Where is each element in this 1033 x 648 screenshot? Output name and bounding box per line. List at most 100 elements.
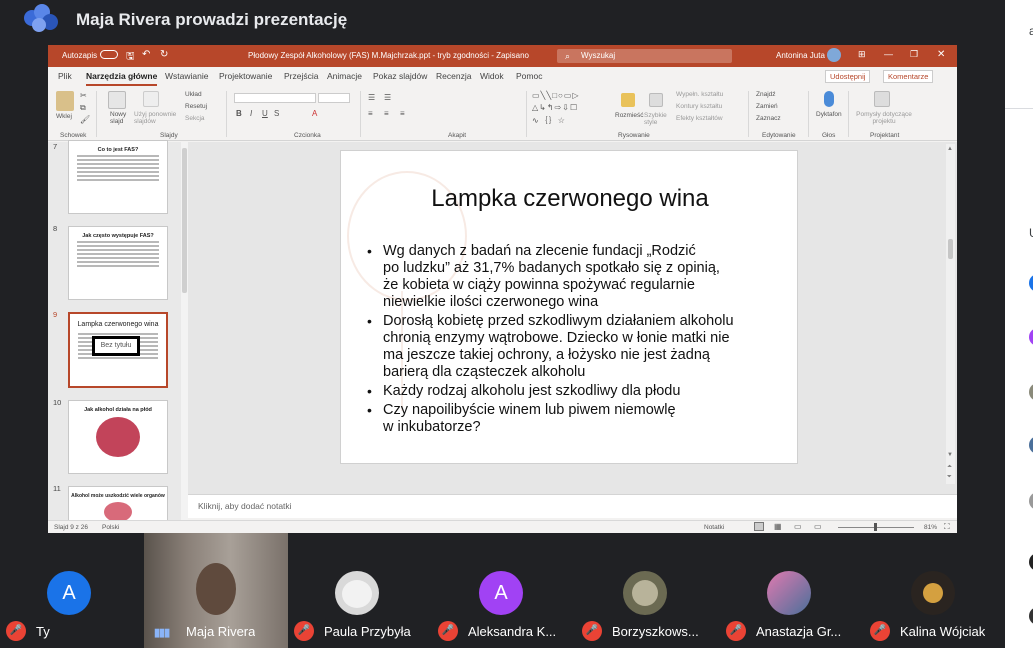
thumbnail-slide-10[interactable]: Jak alkohol działa na płód (68, 400, 168, 474)
user-avatar[interactable] (827, 48, 841, 62)
designer-label[interactable]: Pomysły dotyczące projektu (854, 111, 914, 125)
shadow-icon[interactable]: S (274, 109, 279, 118)
language[interactable]: Polski (102, 524, 119, 531)
participant-avatar[interactable] (1029, 553, 1033, 571)
share-button[interactable]: Udostępnij (825, 70, 871, 83)
font-size-dropdown[interactable] (318, 93, 350, 103)
format-painter-icon[interactable]: 🖌 (80, 115, 90, 124)
tab-insert[interactable]: Wstawianie (165, 71, 208, 81)
tab-file[interactable]: Plik (58, 71, 72, 81)
underline-icon[interactable]: U (262, 109, 268, 118)
participant-avatar[interactable] (1029, 492, 1033, 510)
reuse-slides-label[interactable]: Użyj ponownie slajdów (134, 111, 178, 125)
designer-icon[interactable] (874, 91, 890, 107)
reuse-slides-icon[interactable] (143, 91, 159, 107)
maximize-icon[interactable]: ❐ (910, 49, 918, 60)
bullet-item[interactable]: Dorosłą kobietę przed szkodliwym działan… (365, 313, 765, 381)
shapes-gallery-icon[interactable]: △↳↰⇨⇩☐ (532, 103, 578, 112)
zoom-slider-handle[interactable] (874, 523, 877, 531)
find-button[interactable]: Znajdź (756, 91, 776, 98)
paste-label[interactable]: Wklej (56, 113, 72, 120)
minimize-icon[interactable]: — (884, 49, 893, 59)
shape-outline-button[interactable]: Kontury kształtu (676, 103, 722, 110)
participant-avatar[interactable] (1029, 274, 1033, 292)
participant-tile[interactable]: 🎤 Paula Przybyła (288, 533, 426, 648)
autosave-toggle[interactable] (100, 50, 118, 59)
replace-button[interactable]: Zamień (756, 103, 778, 110)
tab-view[interactable]: Widok (480, 71, 504, 81)
slide-bullets[interactable]: Wg danych z badań na zlecenie fundacji „… (365, 243, 765, 438)
close-icon[interactable]: ✕ (937, 49, 945, 60)
participant-tile[interactable]: A 🎤 Ty (0, 533, 138, 648)
shapes-gallery-icon[interactable]: ∿｛｝☆ (532, 115, 566, 126)
bullet-item[interactable]: Każdy rodzaj alkoholu jest szkodliwy dla… (365, 383, 765, 400)
participant-tile[interactable]: A 🎤 Aleksandra K... (432, 533, 570, 648)
scrollbar-handle[interactable] (182, 148, 187, 293)
participant-avatar[interactable] (1029, 328, 1033, 346)
participant-tile[interactable]: ▮▮▮ Maja Rivera (144, 533, 288, 648)
notes-pane[interactable]: Kliknij, aby dodać notatki (188, 494, 957, 518)
quick-styles-label[interactable]: Szybkie style (644, 112, 672, 126)
numbering-icon[interactable]: ☰ (384, 93, 391, 102)
italic-icon[interactable]: I (250, 109, 252, 118)
dictate-label[interactable]: Dyktafon (816, 111, 842, 118)
shape-fill-button[interactable]: Wypełn. kształtu (676, 91, 723, 98)
search-input[interactable]: ⌕ Wyszukaj (557, 49, 732, 63)
slide-sorter-icon[interactable]: ▦ (774, 522, 782, 531)
tab-home[interactable]: Narzędzia główne (86, 71, 158, 86)
align-right-icon[interactable]: ≡ (400, 109, 405, 118)
select-button[interactable]: Zaznacz (756, 115, 781, 122)
participant-avatar[interactable] (1029, 607, 1033, 625)
thumbnail-scrollbar[interactable] (181, 142, 188, 522)
tab-animations[interactable]: Animacje (327, 71, 362, 81)
save-icon[interactable]: 🖫 (126, 49, 135, 66)
user-name[interactable]: Antonina Juta (776, 51, 825, 60)
normal-view-icon[interactable] (754, 522, 764, 531)
participant-tile[interactable]: 🎤 Borzyszkows... (576, 533, 714, 648)
slideshow-icon[interactable]: ▭ (814, 522, 822, 531)
notes-toggle[interactable]: Notatki (704, 524, 724, 531)
scroll-down-icon[interactable]: ▼ (947, 452, 953, 458)
new-slide-label[interactable]: Nowy slajd (110, 111, 134, 125)
align-center-icon[interactable]: ≡ (384, 109, 389, 118)
arrange-icon[interactable] (621, 93, 635, 107)
layout-button[interactable]: Układ (185, 91, 202, 98)
bold-icon[interactable]: B (236, 109, 242, 118)
arrange-label[interactable]: Rozmieść (615, 112, 644, 119)
reading-view-icon[interactable]: ▭ (794, 522, 802, 531)
comments-button[interactable]: Komentarze (883, 70, 934, 83)
participant-tile[interactable]: 🎤 Anastazja Gr... (720, 533, 858, 648)
section-button[interactable]: Sekcja (185, 115, 205, 122)
undo-icon[interactable]: ↶ (142, 49, 150, 60)
bullets-icon[interactable]: ☰ (368, 93, 375, 102)
paste-icon[interactable] (56, 91, 74, 111)
participant-avatar[interactable] (1029, 436, 1033, 454)
shapes-gallery-icon[interactable]: ▭╲╲□○▭▷ (532, 91, 580, 100)
autosave-label[interactable]: Autozapis (62, 51, 97, 60)
scrollbar-handle[interactable] (948, 239, 953, 259)
thumbnail-slide-9[interactable]: Lampka czerwonego wina Bez tytułu (68, 312, 168, 388)
tab-slideshow[interactable]: Pokaz slajdów (373, 71, 427, 81)
fit-slide-icon[interactable]: ⛶ (944, 522, 950, 532)
thumbnail-slide-7[interactable]: Co to jest FAS? (68, 140, 168, 214)
shape-effects-button[interactable]: Efekty kształtów (676, 115, 723, 122)
next-slide-icon[interactable]: ⏷ (947, 474, 952, 481)
redo-icon[interactable]: ↻ (160, 49, 168, 60)
bullet-item[interactable]: Czy napoilibyście winem lub piwem niemow… (365, 402, 765, 436)
tab-review[interactable]: Recenzja (436, 71, 471, 81)
current-slide[interactable]: Lampka czerwonego wina Wg danych z badań… (340, 150, 798, 464)
participant-tile[interactable]: 🎤 Kalina Wójciak (864, 533, 1002, 648)
slide-title[interactable]: Lampka czerwonego wina (341, 185, 797, 213)
cut-icon[interactable]: ✂ (80, 91, 87, 100)
tab-help[interactable]: Pomoc (516, 71, 542, 81)
participant-avatar[interactable] (1029, 383, 1033, 401)
thumbnail-slide-8[interactable]: Jak często występuje FAS? (68, 226, 168, 300)
font-name-dropdown[interactable] (234, 93, 316, 103)
quick-styles-icon[interactable] (649, 93, 663, 107)
scroll-up-icon[interactable]: ▲ (947, 146, 953, 152)
tab-transitions[interactable]: Przejścia (284, 71, 318, 81)
font-color-icon[interactable]: A (312, 109, 317, 118)
reset-button[interactable]: Resetuj (185, 103, 207, 110)
ribbon-display-icon[interactable]: ⊞ (858, 49, 866, 60)
microphone-icon[interactable] (824, 91, 834, 107)
